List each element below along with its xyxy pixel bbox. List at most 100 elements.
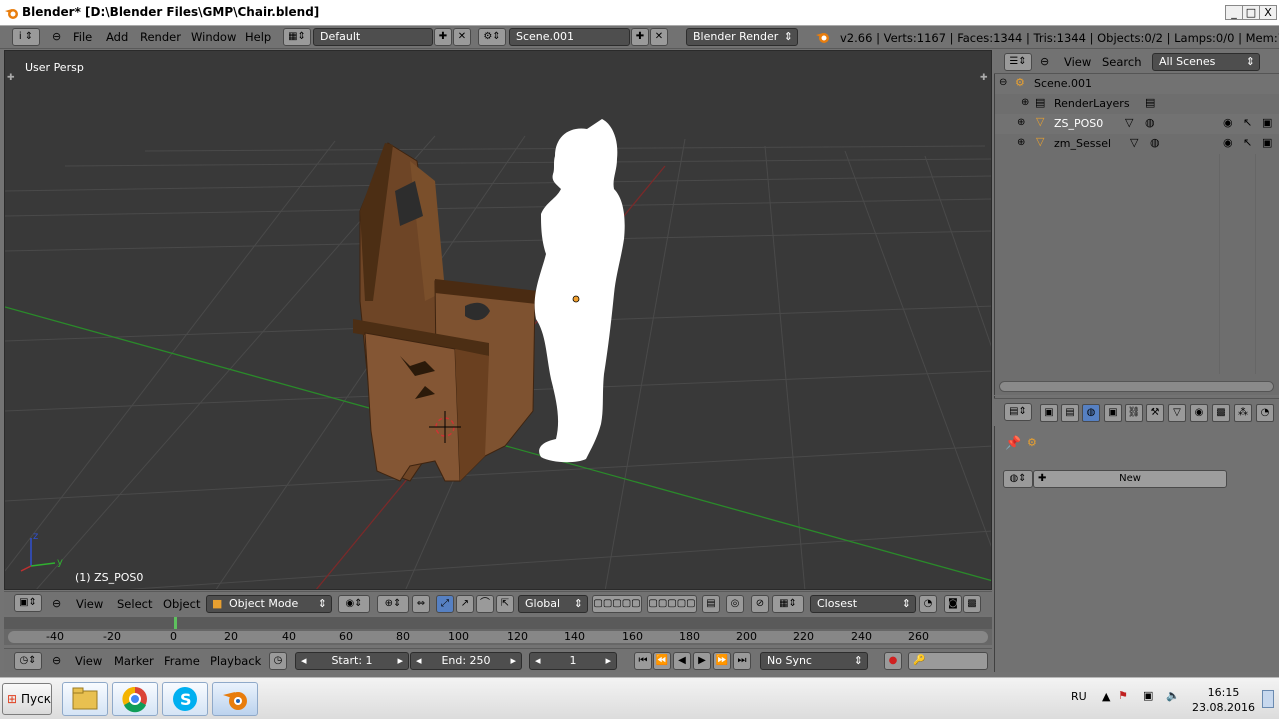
play-reverse-icon[interactable]: ◀ — [673, 652, 691, 670]
corner-plus-icon[interactable]: ✚ — [980, 73, 988, 83]
collapse-menus-icon[interactable]: ⊖ — [1040, 55, 1049, 68]
current-frame-marker[interactable] — [174, 617, 177, 629]
pin-icon[interactable]: 📌 — [1005, 436, 1021, 451]
scale-manipulator-icon[interactable]: ⌒ — [476, 595, 494, 613]
screen-layout-icon[interactable]: ▦⇕ — [283, 28, 311, 46]
render-engine-select[interactable]: Blender Render ⇕ — [686, 28, 798, 46]
start-frame-field[interactable]: ◂ Start: 1 ▸ — [295, 652, 409, 670]
expand-toggle-icon[interactable]: ⊕ — [1021, 97, 1029, 108]
collapse-menus-icon[interactable]: ⊖ — [52, 654, 61, 667]
visibility-eye-icon[interactable]: ◉ — [1223, 116, 1233, 129]
sync-mode-select[interactable]: No Sync ⇕ — [760, 652, 868, 670]
world-browse-select[interactable]: ◍⇕ — [1003, 470, 1033, 488]
remove-screen-icon[interactable]: ✕ — [453, 28, 471, 46]
snap-align-icon[interactable]: ◔ — [919, 595, 937, 613]
editor-type-timeline-button[interactable]: ◷⇕ — [14, 652, 42, 670]
proportional-edit-icon[interactable]: ◎ — [726, 595, 744, 613]
snap-element-select[interactable]: ▦⇕ — [772, 595, 804, 613]
chevron-left-icon[interactable]: ◂ — [416, 653, 422, 669]
world-tab-icon[interactable]: ◍ — [1082, 404, 1100, 422]
volume-icon[interactable]: 🔈 — [1166, 689, 1180, 702]
collapse-toggle-icon[interactable]: ⊖ — [999, 77, 1007, 88]
menu-render[interactable]: Render — [140, 30, 181, 44]
menu-playback[interactable]: Playback — [210, 654, 261, 668]
constraints-tab-icon[interactable]: ⛓ — [1125, 404, 1143, 422]
menu-object[interactable]: Object — [163, 597, 200, 611]
snap-target-select[interactable]: Closest ⇕ — [810, 595, 916, 613]
show-desktop-button[interactable] — [1262, 690, 1274, 708]
add-scene-icon[interactable]: ✚ — [631, 28, 649, 46]
chevron-left-icon[interactable]: ◂ — [301, 653, 307, 669]
visibility-eye-icon[interactable]: ◉ — [1223, 136, 1233, 149]
new-world-button[interactable]: ✚ New — [1033, 470, 1227, 488]
pivot-point-select[interactable]: ⊕⇕ — [377, 595, 409, 613]
current-frame-field[interactable]: ◂ 1 ▸ — [529, 652, 617, 670]
render-animation-icon[interactable]: ▩ — [963, 595, 981, 613]
jump-keyframe-forward-icon[interactable]: ⏩ — [713, 652, 731, 670]
network-icon[interactable]: ▣ — [1143, 689, 1153, 702]
jump-start-icon[interactable]: ⏮ — [634, 652, 652, 670]
corner-plus-icon[interactable]: ✚ — [7, 73, 15, 83]
menu-window[interactable]: Window — [191, 30, 236, 44]
material-tab-icon[interactable]: ◉ — [1190, 404, 1208, 422]
expand-toggle-icon[interactable]: ⊕ — [1017, 117, 1025, 128]
viewport-shading-select[interactable]: ◉⇕ — [338, 595, 370, 613]
particles-tab-icon[interactable]: ⁂ — [1234, 404, 1252, 422]
outliner-row-scene[interactable]: ⊖ ⚙ Scene.001 — [995, 74, 1279, 94]
outliner-horizontal-scrollbar[interactable] — [999, 381, 1274, 392]
screen-layout-field[interactable]: Default — [313, 28, 433, 46]
menu-view[interactable]: View — [1064, 55, 1091, 69]
renderability-camera-icon[interactable]: ▣ — [1262, 116, 1272, 129]
menu-select[interactable]: Select — [117, 597, 152, 611]
chevron-right-icon[interactable]: ▸ — [605, 653, 611, 669]
maximize-button[interactable]: □ — [1242, 5, 1260, 20]
minimize-button[interactable]: _ — [1225, 5, 1243, 20]
taskbar-clock[interactable]: 16:15 23.08.2016 — [1192, 685, 1255, 715]
layers-grid-2[interactable]: ▢▢▢▢▢ — [647, 595, 697, 613]
render-opengl-icon[interactable]: ◙ — [944, 595, 962, 613]
object-tab-icon[interactable]: ▣ — [1104, 404, 1122, 422]
renderability-camera-icon[interactable]: ▣ — [1262, 136, 1272, 149]
outliner-display-mode-select[interactable]: All Scenes ⇕ — [1152, 53, 1260, 71]
jump-end-icon[interactable]: ⏭ — [733, 652, 751, 670]
modifiers-tab-icon[interactable]: ⚒ — [1146, 404, 1164, 422]
chevron-right-icon[interactable]: ▸ — [510, 653, 516, 669]
transform-orientation-select[interactable]: Global ⇕ — [518, 595, 588, 613]
outliner-row-zm-sessel[interactable]: ⊕ ▽ zm_Sessel ▽ ◍ ◉ ↖ ▣ — [995, 134, 1279, 154]
editor-type-properties-button[interactable]: ▤⇕ — [1004, 403, 1032, 421]
menu-file[interactable]: File — [73, 30, 92, 44]
physics-tab-icon[interactable]: ◔ — [1256, 404, 1274, 422]
rotate-manipulator-icon[interactable]: ↗ — [456, 595, 474, 613]
selectability-cursor-icon[interactable]: ↖ — [1243, 116, 1252, 129]
add-screen-icon[interactable]: ✚ — [434, 28, 452, 46]
keying-set-field[interactable]: 🔑 — [908, 652, 988, 670]
collapse-menus-icon[interactable]: ⊖ — [52, 597, 61, 610]
taskbar-blender-button[interactable] — [212, 682, 258, 716]
taskbar-explorer-button[interactable] — [62, 682, 108, 716]
start-button[interactable]: ⊞ Пуск — [2, 683, 52, 715]
menu-marker[interactable]: Marker — [114, 654, 154, 668]
layers-grid-1[interactable]: ▢▢▢▢▢ — [592, 595, 642, 613]
properties-area[interactable]: 📌 ⚙ ◍⇕ ✚ New — [994, 396, 1279, 672]
data-tab-icon[interactable]: ▽ — [1168, 404, 1186, 422]
human-silhouette-model[interactable] — [534, 119, 625, 463]
taskbar-skype-button[interactable]: S — [162, 682, 208, 716]
editor-type-3dview-button[interactable]: ▣⇕ — [14, 594, 42, 612]
timeline-area[interactable]: -40 -20 0 20 40 60 80 100 120 140 160 18… — [4, 617, 992, 645]
mode-select[interactable]: ■ Object Mode ⇕ — [206, 595, 332, 613]
menu-add[interactable]: Add — [106, 30, 128, 44]
close-button[interactable]: X — [1259, 5, 1277, 20]
language-indicator[interactable]: RU — [1071, 690, 1087, 703]
play-icon[interactable]: ▶ — [693, 652, 711, 670]
collapse-menus-icon[interactable]: ⊖ — [52, 30, 61, 43]
translate-manipulator-icon[interactable]: ⤢ — [436, 595, 454, 613]
renderlayers-tab-icon[interactable]: ▤ — [1061, 404, 1079, 422]
timeline-track[interactable] — [8, 631, 988, 643]
menu-view[interactable]: View — [76, 597, 103, 611]
jump-keyframe-back-icon[interactable]: ⏪ — [653, 652, 671, 670]
manipulator-toggle-icon[interactable]: ⇔ — [412, 595, 430, 613]
action-center-flag-icon[interactable]: ⚑ — [1118, 689, 1128, 702]
remove-scene-icon[interactable]: ✕ — [650, 28, 668, 46]
taskbar-chrome-button[interactable] — [112, 682, 158, 716]
scene-icon[interactable]: ⚙⇕ — [478, 28, 506, 46]
